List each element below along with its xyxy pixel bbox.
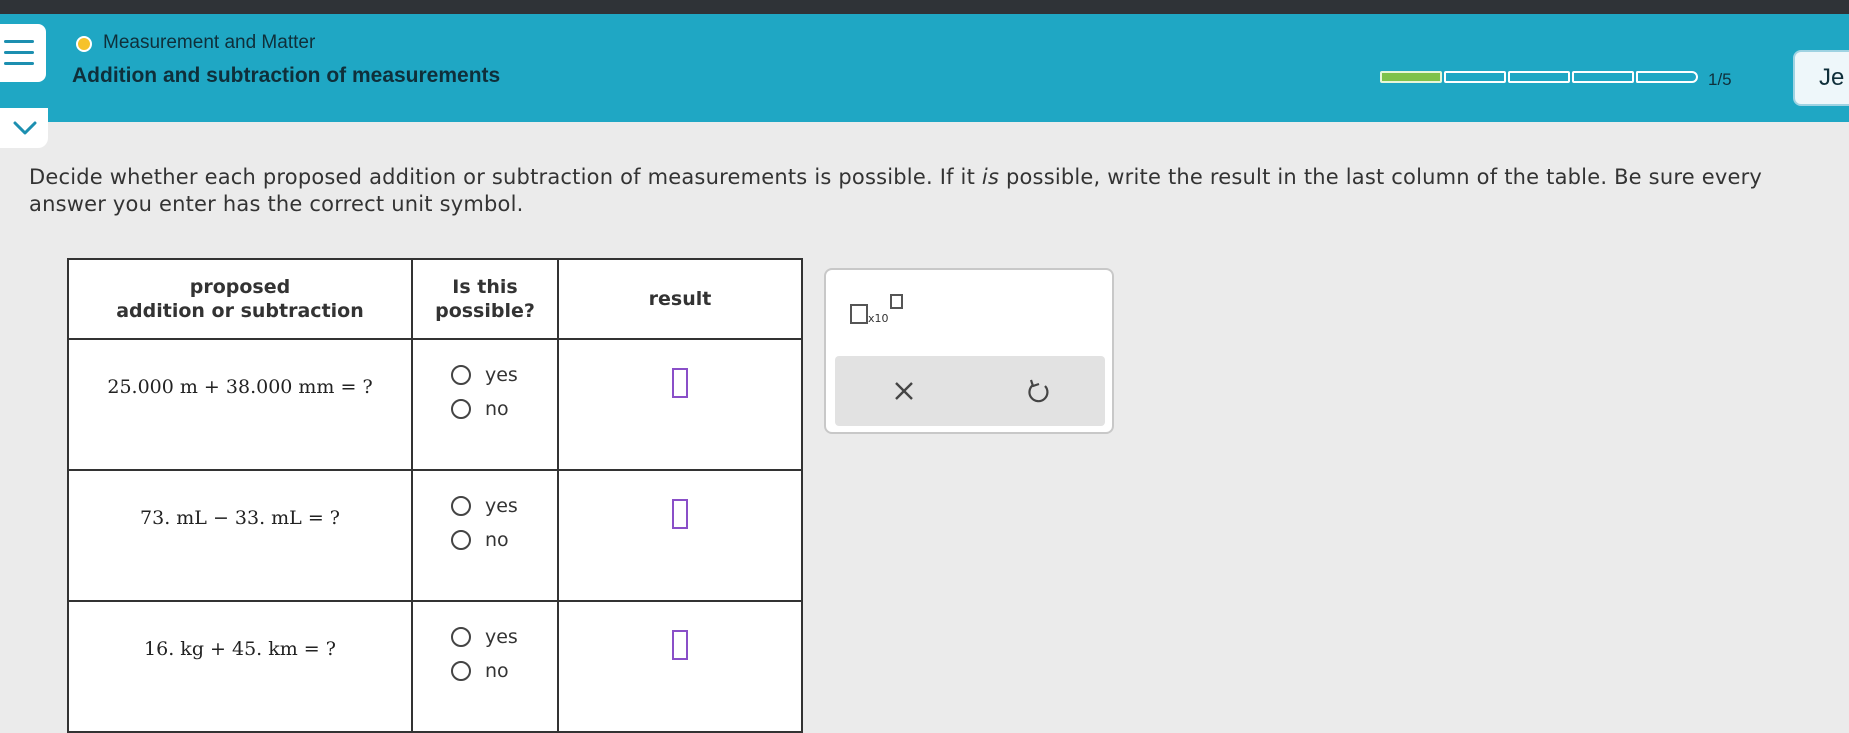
page-title: Addition and subtraction of measurements bbox=[72, 64, 501, 87]
progress-segment bbox=[1508, 71, 1570, 83]
menu-button[interactable] bbox=[0, 24, 46, 82]
radio-yes[interactable] bbox=[451, 496, 471, 516]
result-input[interactable] bbox=[672, 630, 688, 660]
no-option[interactable]: no bbox=[451, 392, 557, 426]
result-cell bbox=[557, 338, 803, 471]
yes-option[interactable]: yes bbox=[451, 358, 557, 392]
result-input[interactable] bbox=[672, 368, 688, 398]
result-cell bbox=[557, 469, 803, 602]
tool-bar bbox=[835, 356, 1105, 426]
close-icon bbox=[895, 382, 913, 400]
radio-yes[interactable] bbox=[451, 627, 471, 647]
progress-segment bbox=[1444, 71, 1506, 83]
column-header-possible: Is this possible? bbox=[411, 258, 559, 340]
clear-button[interactable] bbox=[889, 376, 919, 406]
no-option[interactable]: no bbox=[451, 654, 557, 688]
hamburger-icon-line bbox=[4, 62, 34, 65]
result-cell bbox=[557, 600, 803, 733]
possible-cell: yes no bbox=[411, 338, 559, 471]
table-row: 16. kg + 45. km = ? yes no bbox=[67, 600, 803, 733]
undo-icon bbox=[1028, 379, 1049, 403]
question-text: Decide whether each proposed addition or… bbox=[29, 164, 1819, 218]
expression-cell: 73. mL − 33. mL = ? bbox=[67, 469, 413, 602]
exponent-box bbox=[890, 294, 903, 309]
user-name: Je bbox=[1819, 64, 1845, 91]
no-option[interactable]: no bbox=[451, 523, 557, 557]
column-header-result: result bbox=[557, 258, 803, 340]
radio-no[interactable] bbox=[451, 399, 471, 419]
yes-option[interactable]: yes bbox=[451, 620, 557, 654]
question-text-part: Decide whether each proposed addition or… bbox=[29, 165, 982, 189]
table-row: 73. mL − 33. mL = ? yes no bbox=[67, 469, 803, 602]
progress-segment bbox=[1380, 71, 1442, 83]
chevron-down-icon bbox=[13, 121, 37, 135]
browser-tab-strip bbox=[0, 0, 1849, 14]
undo-button[interactable] bbox=[1023, 376, 1053, 406]
progress-segment bbox=[1572, 71, 1634, 83]
table-row: 25.000 m + 38.000 mm = ? yes no bbox=[67, 338, 803, 471]
progress-bar bbox=[1380, 71, 1700, 83]
yes-label: yes bbox=[485, 626, 518, 648]
mantissa-box bbox=[850, 304, 868, 324]
possible-cell: yes no bbox=[411, 600, 559, 733]
user-menu-button[interactable]: Je bbox=[1793, 50, 1849, 106]
yes-option[interactable]: yes bbox=[451, 489, 557, 523]
yes-label: yes bbox=[485, 364, 518, 386]
radio-no[interactable] bbox=[451, 530, 471, 550]
collapse-button[interactable] bbox=[0, 108, 48, 148]
no-label: no bbox=[485, 529, 509, 551]
result-input[interactable] bbox=[672, 499, 688, 529]
progress-count: 1/5 bbox=[1708, 70, 1732, 89]
hamburger-icon-line bbox=[4, 51, 34, 54]
x10-label: x10 bbox=[868, 312, 889, 325]
hamburger-icon bbox=[4, 40, 34, 43]
no-label: no bbox=[485, 398, 509, 420]
radio-yes[interactable] bbox=[451, 365, 471, 385]
yes-label: yes bbox=[485, 495, 518, 517]
question-table: proposed addition or subtraction Is this… bbox=[67, 258, 803, 733]
expression-cell: 16. kg + 45. km = ? bbox=[67, 600, 413, 733]
no-label: no bbox=[485, 660, 509, 682]
topic-label: Measurement and Matter bbox=[103, 32, 316, 53]
scientific-notation-button[interactable]: x10 bbox=[850, 294, 920, 325]
column-header-proposed: proposed addition or subtraction bbox=[67, 258, 413, 340]
answer-tools-panel: x10 bbox=[824, 268, 1114, 434]
radio-no[interactable] bbox=[451, 661, 471, 681]
question-emphasis: is bbox=[981, 165, 1000, 189]
topic-status-dot bbox=[76, 36, 92, 52]
expression-cell: 25.000 m + 38.000 mm = ? bbox=[67, 338, 413, 471]
possible-cell: yes no bbox=[411, 469, 559, 602]
progress-segment bbox=[1636, 71, 1698, 83]
